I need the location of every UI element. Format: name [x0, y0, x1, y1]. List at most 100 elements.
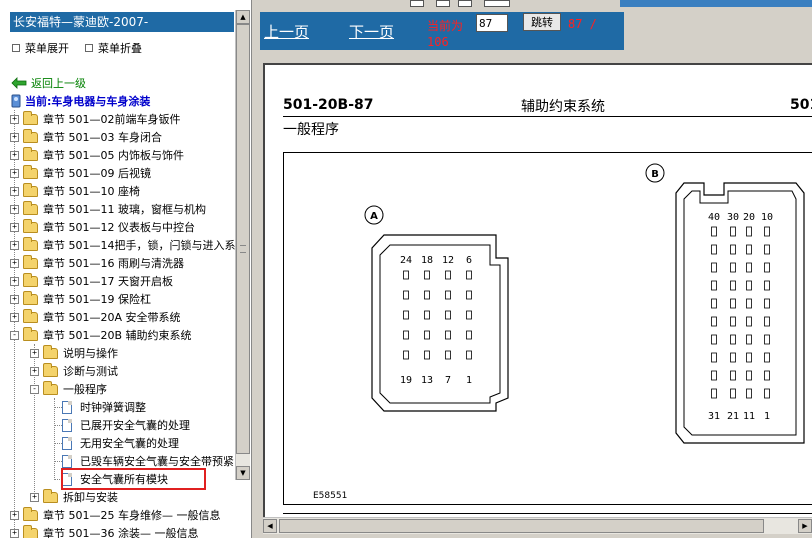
tree-item-label: 章节 501—12 仪表板与中控台 [43, 221, 195, 234]
expand-toggle[interactable]: + [10, 258, 19, 268]
back-arrow-icon [11, 77, 27, 89]
nav-panel: 长安福特—蒙迪欧-2007- 菜单展开 菜单折叠 返回上一级 当前:车身电器与车… [0, 0, 252, 538]
expand-toggle[interactable]: + [30, 366, 39, 376]
doc-hscrollbar[interactable]: ◀ ▶ [263, 517, 812, 534]
expand-toggle[interactable]: + [30, 348, 39, 358]
tree-item[interactable]: + 章节 501—25 车身维修— 一般信息 [10, 506, 220, 524]
toolbar-button[interactable] [436, 0, 450, 7]
tree-item[interactable]: + 说明与操作 [30, 344, 118, 362]
expand-toggle[interactable]: + [10, 150, 19, 160]
folder-icon [23, 236, 38, 251]
tree-item-label: 章节 501—11 玻璃，窗框与机构 [43, 203, 206, 216]
doc-subheading: 一般程序 [283, 122, 339, 138]
tree-item-label: 章节 501—25 车身维修— 一般信息 [43, 509, 221, 522]
current-location: 当前:车身电器与车身涂装 [10, 93, 150, 109]
tree-item[interactable]: + 章节 501—12 仪表板与中控台 [10, 218, 195, 236]
pin-number: 19 [400, 375, 412, 386]
pin-cavity [403, 310, 409, 320]
collapse-toggle[interactable]: - [10, 330, 19, 340]
tree-item[interactable]: - 一般程序 [30, 380, 107, 398]
pin-cavity [764, 280, 770, 291]
expand-toggle[interactable]: + [10, 222, 19, 232]
figure-id: E58551 [313, 491, 348, 501]
pin-cavity [711, 280, 717, 291]
pin-cavity [711, 226, 717, 237]
expand-all-button[interactable]: 菜单展开 [12, 40, 69, 56]
next-page-link[interactable]: 下一页 [349, 21, 394, 42]
doc-page-code-right: 501 [790, 97, 812, 113]
tree-item[interactable]: + 章节 501—09 后视镜 [10, 164, 151, 182]
pin-cavity [403, 330, 409, 340]
tree-item-label: 一般程序 [63, 383, 107, 396]
tree-item[interactable]: + 章节 501—10 座椅 [10, 182, 140, 200]
tree-item[interactable]: + 章节 501—05 内饰板与饰件 [10, 146, 184, 164]
tree-item[interactable]: + 章节 501—16 雨刷与清洗器 [10, 254, 184, 272]
collapse-all-button[interactable]: 菜单折叠 [85, 40, 142, 56]
pin-cavity [424, 290, 430, 300]
pin-cavity [466, 310, 472, 320]
scroll-thumb[interactable] [236, 24, 250, 454]
expand-toggle[interactable]: + [10, 186, 19, 196]
folder-icon [23, 110, 38, 125]
connector-figure: A 24 18 12 6 19 13 7 1 B 40 30 20 10 31 … [283, 152, 812, 505]
pin-cavity [711, 298, 717, 309]
folder-icon [23, 524, 38, 538]
tree-item[interactable]: + 章节 501—19 保险杠 [10, 290, 151, 308]
tree-scrollbar[interactable]: ▲ ▼ [235, 10, 250, 480]
pin-number: 1 [466, 375, 472, 386]
pin-cavity [764, 352, 770, 363]
expand-toggle[interactable]: + [30, 492, 39, 502]
tree-item[interactable]: 时钟弹簧调整 [62, 398, 146, 416]
collapse-all-label: 菜单折叠 [98, 42, 142, 55]
tree-item[interactable]: + 章节 501—14把手，锁，闩锁与进入系 [10, 236, 236, 254]
grip-icon [240, 245, 246, 253]
expand-toggle[interactable]: + [10, 114, 19, 124]
toolbar-button[interactable] [458, 0, 472, 7]
tree-item-label: 章节 501—20A 安全带系统 [43, 311, 181, 324]
expand-toggle[interactable]: + [10, 240, 19, 250]
folder-icon [23, 182, 38, 197]
pane-splitter[interactable] [252, 0, 260, 538]
pin-number: 18 [421, 255, 433, 266]
page-number-input[interactable] [476, 14, 508, 32]
collapse-toggle[interactable]: - [30, 384, 39, 394]
expand-toggle[interactable]: + [10, 510, 19, 520]
pin-cavity [746, 370, 752, 381]
scroll-right-button[interactable]: ▶ [798, 519, 812, 533]
scroll-down-button[interactable]: ▼ [236, 466, 250, 480]
tree-item[interactable]: + 章节 501—36 涂装— 一般信息 [10, 524, 198, 538]
back-link[interactable]: 返回上一级 [11, 75, 86, 91]
toolbar-button[interactable] [410, 0, 424, 7]
pin-cavity [764, 388, 770, 399]
tree-item[interactable]: + 章节 501—03 车身闭合 [10, 128, 162, 146]
expand-toggle[interactable]: + [10, 528, 19, 538]
expand-toggle[interactable]: + [10, 132, 19, 142]
pin-cavity [764, 316, 770, 327]
folder-icon [43, 362, 58, 377]
tree-item[interactable]: 无用安全气囊的处理 [62, 434, 179, 452]
hscroll-thumb[interactable] [279, 519, 764, 533]
pin-number: 7 [445, 375, 451, 386]
tree-item[interactable]: + 章节 501—02前端车身钣件 [10, 110, 181, 128]
tree-item[interactable]: 已展开安全气囊的处理 [62, 416, 190, 434]
pin-cavity [764, 244, 770, 255]
pin-number: 24 [400, 255, 412, 266]
expand-toggle[interactable]: + [10, 312, 19, 322]
toolbar-button[interactable] [484, 0, 510, 7]
tree-item[interactable]: - 章节 501—20B 辅助约束系统 [10, 326, 192, 344]
tree-item[interactable]: + 拆卸与安装 [30, 488, 118, 506]
expand-toggle[interactable]: + [10, 168, 19, 178]
tree-item-label: 章节 501—16 雨刷与清洗器 [43, 257, 184, 270]
scroll-up-button[interactable]: ▲ [236, 10, 250, 24]
expand-toggle[interactable]: + [10, 294, 19, 304]
scroll-left-button[interactable]: ◀ [263, 519, 277, 533]
expand-toggle[interactable]: + [10, 276, 19, 286]
tree-item[interactable]: + 章节 501—20A 安全带系统 [10, 308, 181, 326]
tree-item[interactable]: + 章节 501—17 天窗开启板 [10, 272, 173, 290]
go-button[interactable]: 跳转 [523, 13, 561, 31]
tree-item[interactable]: + 诊断与测试 [30, 362, 118, 380]
prev-page-link[interactable]: 上一页 [264, 21, 309, 42]
pin-cavity [445, 290, 451, 300]
expand-toggle[interactable]: + [10, 204, 19, 214]
tree-item[interactable]: + 章节 501—11 玻璃，窗框与机构 [10, 200, 206, 218]
